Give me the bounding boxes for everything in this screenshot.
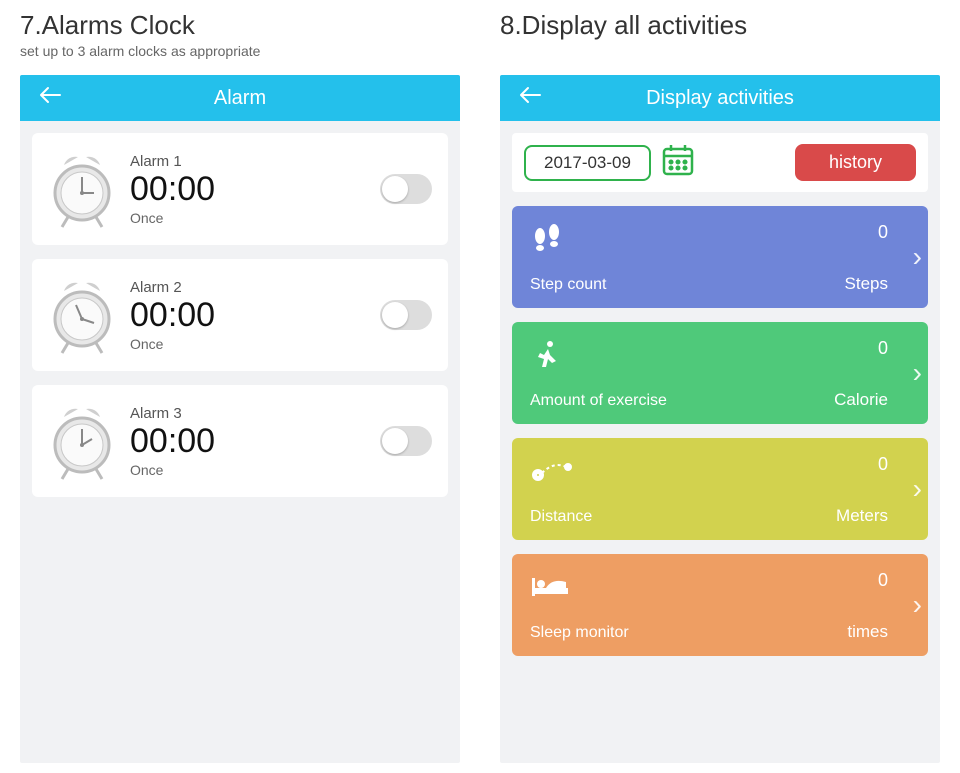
alarm-clock-icon: [48, 399, 116, 483]
back-icon[interactable]: [518, 84, 542, 112]
alarm-row[interactable]: Alarm 2 00:00 Once: [32, 259, 448, 371]
activity-unit: Meters: [836, 506, 888, 526]
alarm-toggle[interactable]: [380, 426, 432, 456]
activity-label: Step count: [530, 276, 607, 294]
date-row: 2017-03-09 history: [512, 133, 928, 192]
chevron-right-icon: ›: [913, 241, 922, 273]
alarm-repeat: Once: [130, 336, 366, 352]
activity-label: Sleep monitor: [530, 624, 629, 642]
footprints-icon: [530, 222, 607, 256]
section-title: 8.Display all activities: [500, 10, 940, 41]
activity-label: Distance: [530, 508, 592, 526]
alarm-name: Alarm 1: [130, 153, 366, 170]
activities-body: 2017-03-09 history: [500, 121, 940, 763]
activity-card-sleep[interactable]: Sleep monitor 0 times ›: [512, 554, 928, 656]
section-subtitle: [500, 43, 940, 61]
chevron-right-icon: ›: [913, 589, 922, 621]
activity-value: 0: [878, 338, 888, 359]
activity-value: 0: [878, 570, 888, 591]
alarm-info: Alarm 1 00:00 Once: [130, 153, 366, 226]
alarm-time: 00:00: [130, 172, 366, 206]
alarm-phone-screen: Alarm Alarm 1: [20, 75, 460, 763]
activity-unit: Steps: [845, 274, 888, 294]
alarm-info: Alarm 2 00:00 Once: [130, 279, 366, 352]
alarms-section: 7.Alarms Clock set up to 3 alarm clocks …: [20, 10, 460, 763]
alarm-clock-icon: [48, 273, 116, 357]
activity-unit: times: [847, 622, 888, 642]
chevron-right-icon: ›: [913, 473, 922, 505]
activity-card-exercise[interactable]: Amount of exercise 0 Calorie ›: [512, 322, 928, 424]
alarm-list: Alarm 1 00:00 Once: [20, 121, 460, 763]
activity-value: 0: [878, 454, 888, 475]
activities-phone-screen: Display activities 2017-03-09 history: [500, 75, 940, 763]
date-button[interactable]: 2017-03-09: [524, 145, 651, 181]
history-button[interactable]: history: [795, 144, 916, 181]
alarm-time: 00:00: [130, 424, 366, 458]
topbar-title: Alarm: [20, 87, 460, 110]
alarm-repeat: Once: [130, 462, 366, 478]
alarm-clock-icon: [48, 147, 116, 231]
activity-label: Amount of exercise: [530, 392, 667, 410]
back-icon[interactable]: [38, 84, 62, 112]
running-icon: [530, 338, 667, 372]
topbar-title: Display activities: [500, 87, 940, 110]
bed-icon: [530, 570, 629, 604]
alarm-topbar: Alarm: [20, 75, 460, 121]
alarm-repeat: Once: [130, 210, 366, 226]
activities-section: 8.Display all activities Display activit…: [500, 10, 940, 763]
alarm-time: 00:00: [130, 298, 366, 332]
activities-topbar: Display activities: [500, 75, 940, 121]
alarm-row[interactable]: Alarm 1 00:00 Once: [32, 133, 448, 245]
alarm-name: Alarm 2: [130, 279, 366, 296]
section-subtitle: set up to 3 alarm clocks as appropriate: [20, 43, 460, 61]
alarm-toggle[interactable]: [380, 174, 432, 204]
chevron-right-icon: ›: [913, 357, 922, 389]
alarm-row[interactable]: Alarm 3 00:00 Once: [32, 385, 448, 497]
activity-value: 0: [878, 222, 888, 243]
activity-unit: Calorie: [834, 390, 888, 410]
alarm-info: Alarm 3 00:00 Once: [130, 405, 366, 478]
activity-card-steps[interactable]: Step count 0 Steps ›: [512, 206, 928, 308]
section-title: 7.Alarms Clock: [20, 10, 460, 41]
activity-card-distance[interactable]: Distance 0 Meters ›: [512, 438, 928, 540]
calendar-icon[interactable]: [661, 143, 695, 182]
alarm-toggle[interactable]: [380, 300, 432, 330]
route-icon: [530, 454, 592, 488]
alarm-name: Alarm 3: [130, 405, 366, 422]
